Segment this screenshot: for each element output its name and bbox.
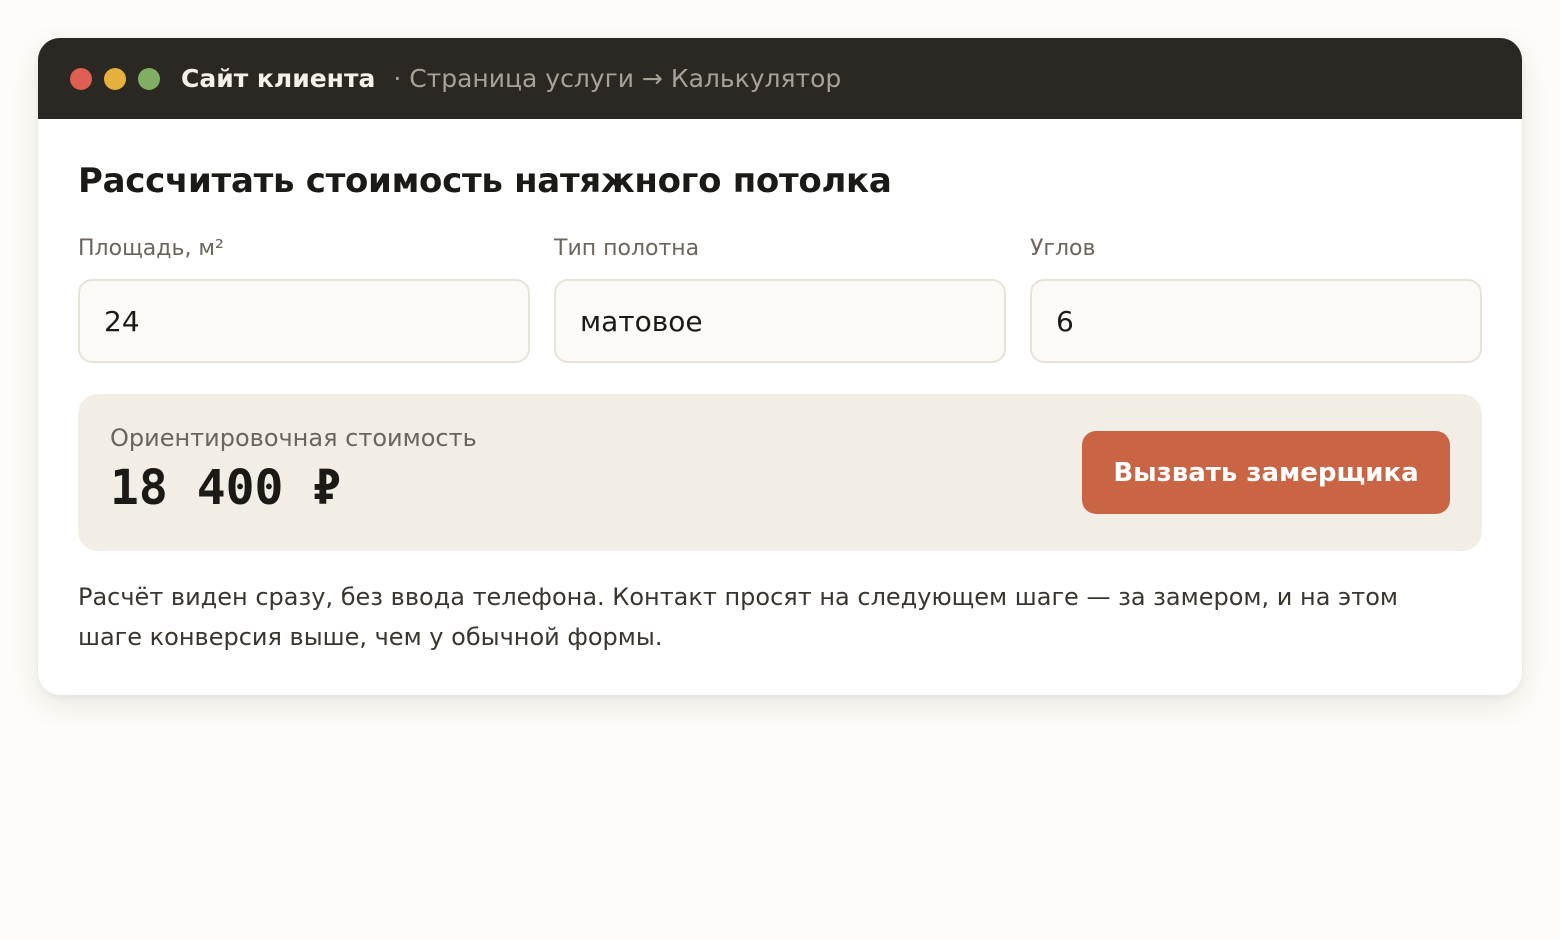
canvas-type-label: Тип полотна	[554, 236, 700, 261]
breadcrumb: · Страница услуги → Калькулятор	[393, 64, 842, 93]
maximize-window-icon[interactable]	[138, 67, 160, 90]
estimate-panel: Ориентировочная стоимость 18 400 ₽ Вызва…	[78, 394, 1482, 551]
corners-field-group: Углов 6	[1030, 235, 1482, 363]
minimize-window-icon[interactable]	[104, 67, 126, 90]
canvas-type-field-group: Тип полотна матовое	[554, 235, 1006, 363]
explanation-note: Расчёт виден сразу, без ввода телефона. …	[78, 583, 1398, 651]
page-title: Рассчитать стоимость натяжного потолка	[78, 161, 892, 201]
canvas-type-select[interactable]: матовое	[554, 279, 1006, 363]
corners-input[interactable]: 6	[1030, 279, 1482, 363]
estimate-label: Ориентировочная стоимость	[110, 424, 477, 452]
close-window-icon[interactable]	[70, 67, 92, 90]
area-label: Площадь, м²	[78, 236, 224, 261]
call-measurer-button[interactable]: Вызвать замерщика	[1082, 431, 1450, 514]
calculator-panel: Рассчитать стоимость натяжного потолка П…	[38, 119, 1522, 657]
corners-label: Углов	[1030, 236, 1096, 261]
area-input[interactable]: 24	[78, 279, 530, 363]
calculator-fields: Площадь, м² 24 Тип полотна матовое Углов…	[78, 235, 1482, 363]
estimate-value: 18 400 ₽	[110, 460, 342, 516]
browser-window: Сайт клиента · Страница услуги → Калькул…	[38, 38, 1522, 695]
title-bar: Сайт клиента · Страница услуги → Калькул…	[38, 38, 1522, 119]
area-field-group: Площадь, м² 24	[78, 235, 530, 363]
site-name: Сайт клиента	[181, 64, 376, 93]
